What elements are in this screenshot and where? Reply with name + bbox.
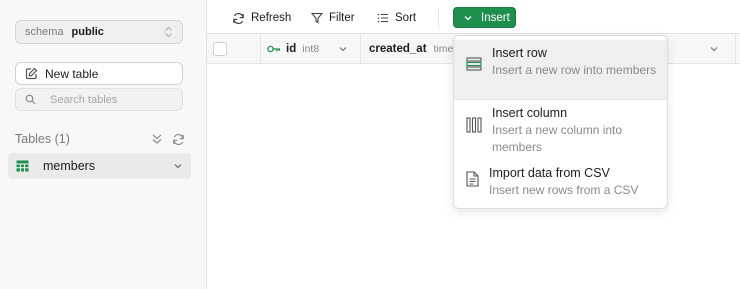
toolbar-divider — [438, 9, 439, 27]
column-name: created_at — [369, 43, 427, 55]
chevron-down-icon[interactable] — [338, 44, 348, 54]
schema-select[interactable]: schema public — [15, 20, 183, 44]
column-header-id[interactable]: id int8 — [267, 34, 319, 64]
table-icon — [16, 160, 29, 172]
refresh-label: Refresh — [251, 12, 292, 24]
sort-icon — [377, 12, 395, 24]
search-tables-input[interactable] — [50, 93, 170, 106]
menu-item-insert-row[interactable]: Insert row Insert a new row into members — [454, 40, 667, 99]
insert-button[interactable]: Insert — [453, 7, 516, 28]
collapse-all-icon[interactable] — [151, 133, 163, 145]
refresh-button[interactable]: Refresh — [232, 8, 291, 28]
chevron-down-icon[interactable] — [173, 161, 183, 171]
sort-button[interactable]: Sort — [377, 8, 416, 28]
column-divider — [360, 34, 361, 64]
refresh-icon[interactable] — [172, 133, 185, 146]
refresh-icon — [232, 12, 251, 25]
column-type: int8 — [302, 43, 320, 55]
tables-header-title: Tables (1) — [15, 132, 70, 146]
menu-item-title: Insert column — [492, 106, 568, 120]
sort-label: Sort — [395, 12, 417, 24]
search-icon — [25, 94, 36, 105]
insert-dropdown-menu: Insert row Insert a new row into members… — [453, 35, 668, 209]
menu-item-insert-column[interactable]: Insert column Insert a new column into m… — [454, 100, 667, 159]
menu-item-description: Insert new rows from a CSV — [489, 183, 639, 197]
sidebar-item-label: members — [43, 159, 96, 173]
key-icon — [267, 44, 281, 54]
menu-item-import-csv[interactable]: Import data from CSV Insert new rows fro… — [454, 160, 667, 206]
select-all-checkbox[interactable] — [213, 42, 227, 56]
menu-item-title: Insert row — [492, 46, 547, 60]
columns-icon — [466, 117, 482, 136]
column-divider — [735, 34, 736, 64]
filter-icon — [311, 12, 329, 24]
new-table-label: New table — [45, 66, 99, 81]
tables-header: Tables (1) — [15, 131, 185, 147]
chevron-down-icon — [463, 13, 481, 23]
sidebar-item-members[interactable]: members — [8, 153, 191, 179]
filter-label: Filter — [329, 12, 355, 24]
menu-item-description: Insert a new column into members — [492, 123, 623, 154]
rows-icon — [466, 57, 482, 74]
toolbar: Refresh Filter Sort Insert — [207, 0, 740, 34]
menu-item-description: Insert a new row into members — [492, 63, 657, 77]
column-name: id — [286, 43, 297, 55]
file-icon — [466, 171, 479, 190]
edit-icon — [25, 67, 45, 80]
insert-label: Insert — [481, 11, 510, 24]
new-table-button[interactable]: New table — [15, 62, 183, 85]
column-divider — [260, 34, 261, 64]
schema-value: public — [71, 26, 104, 38]
chevron-up-down-icon — [164, 26, 173, 38]
menu-item-title: Import data from CSV — [489, 166, 610, 180]
search-tables-field[interactable] — [15, 88, 183, 111]
schema-label: schema — [25, 26, 64, 38]
chevron-down-icon[interactable] — [709, 44, 719, 54]
filter-button[interactable]: Filter — [311, 8, 355, 28]
sidebar: schema public New table Tables (1) — [0, 0, 207, 289]
